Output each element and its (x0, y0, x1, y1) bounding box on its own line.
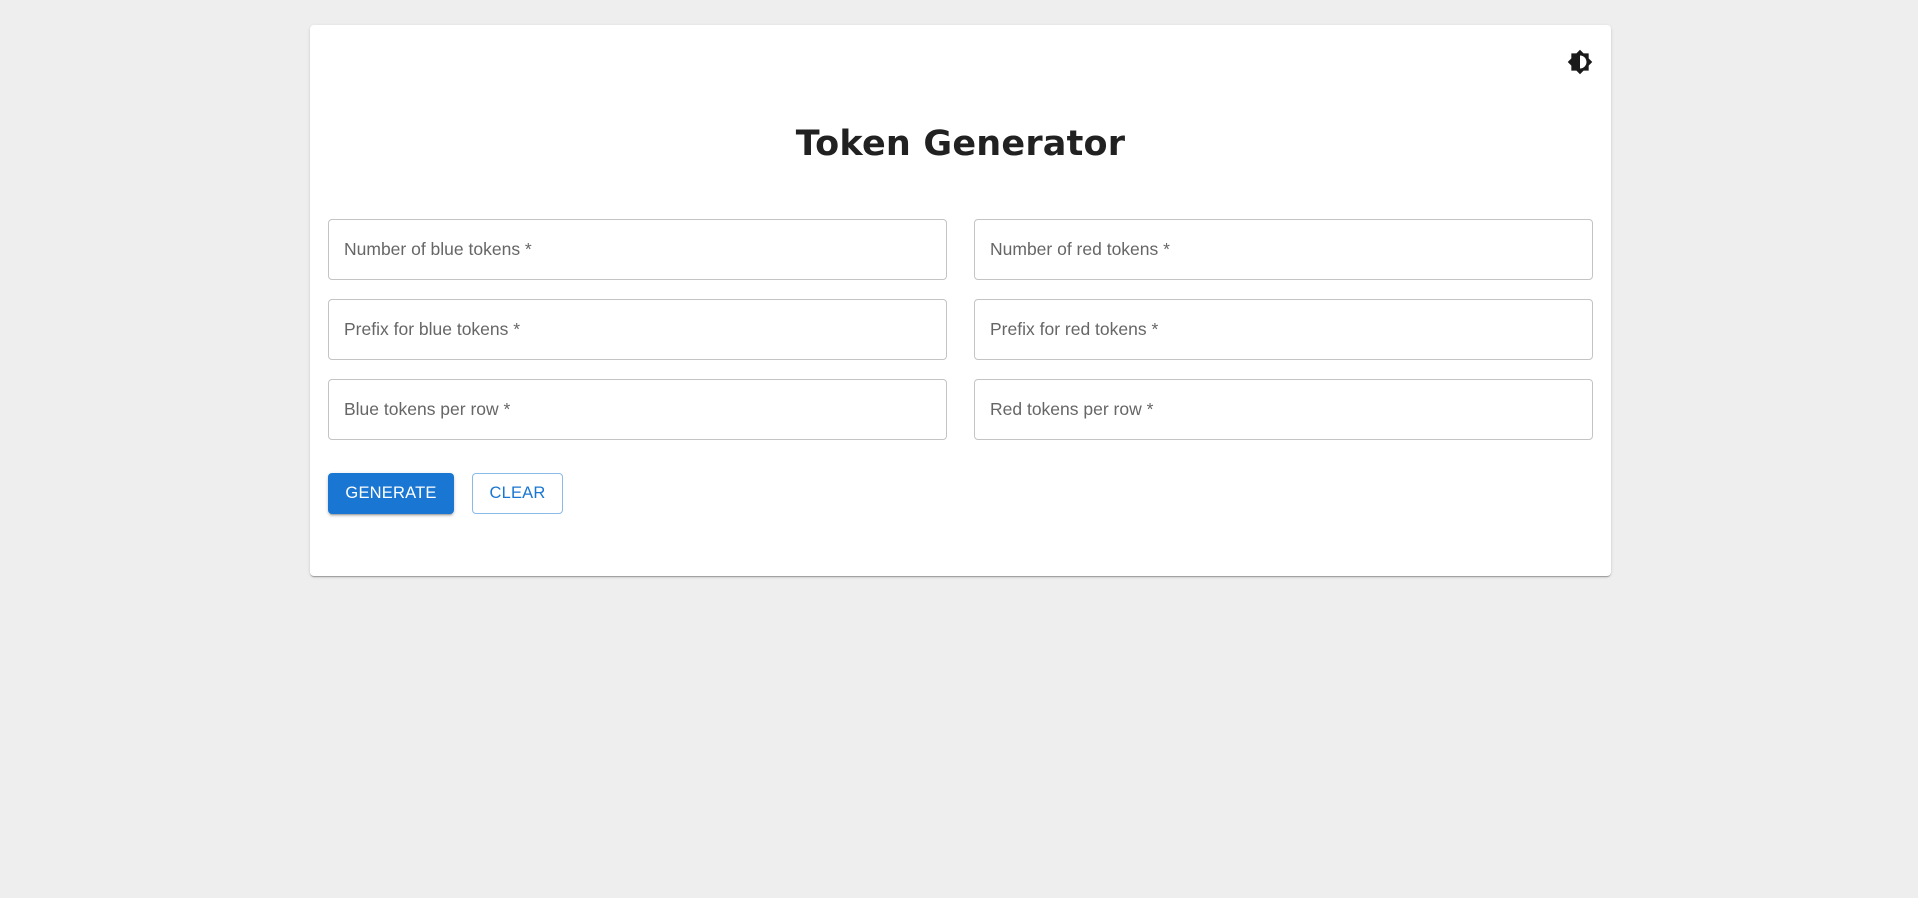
page-title: Token Generator (795, 124, 1126, 164)
generate-button[interactable]: GENERATE (328, 473, 454, 514)
token-form (328, 219, 1593, 440)
blue-prefix-input[interactable] (329, 300, 946, 359)
form-actions: GENERATE CLEAR (328, 473, 563, 514)
red-count-field[interactable] (974, 219, 1593, 280)
red-prefix-input[interactable] (975, 300, 1592, 359)
red-count-input[interactable] (975, 220, 1592, 279)
blue-per-row-field[interactable] (328, 379, 947, 440)
blue-prefix-field[interactable] (328, 299, 947, 360)
clear-button[interactable]: CLEAR (472, 473, 563, 514)
token-generator-card: Token Generator GENERATE CLEAR (310, 25, 1611, 576)
theme-toggle-button[interactable] (1565, 47, 1595, 77)
blue-per-row-input[interactable] (329, 380, 946, 439)
brightness-contrast-icon (1567, 49, 1593, 75)
red-per-row-field[interactable] (974, 379, 1593, 440)
red-prefix-field[interactable] (974, 299, 1593, 360)
blue-count-input[interactable] (329, 220, 946, 279)
red-per-row-input[interactable] (975, 380, 1592, 439)
blue-count-field[interactable] (328, 219, 947, 280)
